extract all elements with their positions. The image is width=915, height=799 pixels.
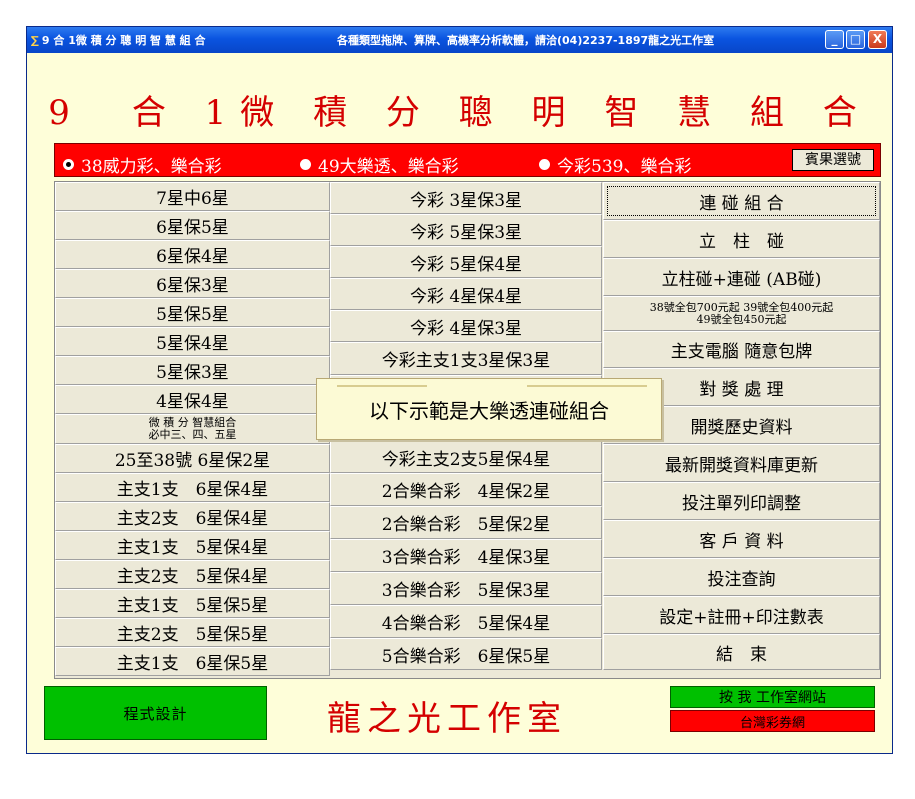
col3-button-8[interactable]: 投注單列印調整 <box>603 482 880 520</box>
col1-button-16[interactable]: 主支1支 6星保5星 <box>55 647 330 676</box>
col3-button-3[interactable]: 38號全包700元起 39號全包400元起 49號全包450元起 <box>603 296 880 331</box>
col1-button-9[interactable]: 25至38號 6星保2星 <box>55 444 330 473</box>
col3-button-11[interactable]: 設定+註冊+印注數表 <box>603 596 880 634</box>
col3-button-10[interactable]: 投注查詢 <box>603 558 880 596</box>
col3-button-1[interactable]: 立 柱 碰 <box>603 220 880 258</box>
col1-button-7[interactable]: 4星保4星 <box>55 385 330 414</box>
col3-button-2[interactable]: 立柱碰+連碰 (AB碰) <box>603 258 880 296</box>
button-line: 必中三、四、五星 <box>148 428 237 441</box>
col2-button-5[interactable]: 今彩主支1支3星保3星 <box>330 342 602 375</box>
radio-539[interactable]: 今彩539、樂合彩 <box>539 152 691 177</box>
title-bar[interactable]: ∑ 9 合 1微 積 分 聰 明 智 慧 組 合 各種類型拖牌、算牌、高機率分析軟… <box>27 27 892 53</box>
radio-label: 49大樂透、樂合彩 <box>318 157 459 177</box>
col1-button-12[interactable]: 主支1支 5星保4星 <box>55 531 330 560</box>
tooltip-divider <box>337 385 427 387</box>
app-sigma-icon: ∑ <box>31 34 39 47</box>
page-title: 9 合 1微 積 分 聰 明 智 慧 組 合 <box>48 93 871 133</box>
game-select-bar: 38威力彩、樂合彩 49大樂透、樂合彩 今彩539、樂合彩 賓果選號 <box>54 143 881 177</box>
radio-dot-icon <box>539 159 550 170</box>
col1-button-1[interactable]: 6星保5星 <box>55 211 330 240</box>
studio-website-link[interactable]: 按 我 工作室網站 <box>670 686 875 708</box>
col1-button-5[interactable]: 5星保4星 <box>55 327 330 356</box>
col1-button-13[interactable]: 主支2支 5星保4星 <box>55 560 330 589</box>
col2-button-4[interactable]: 今彩 4星保3星 <box>330 310 602 342</box>
col3-button-7[interactable]: 最新開獎資料庫更新 <box>603 444 880 482</box>
col3-button-0[interactable]: 連 碰 組 合 <box>603 182 880 220</box>
col3-button-12[interactable]: 結 束 <box>603 634 880 670</box>
program-design-button[interactable]: 程式設計 <box>44 686 267 740</box>
minimize-button[interactable]: _ <box>825 30 844 49</box>
demo-tooltip: 以下示範是大樂透連碰組合 <box>316 378 662 440</box>
radio-dot-icon <box>63 159 74 170</box>
col1-button-10[interactable]: 主支1支 6星保4星 <box>55 473 330 502</box>
window-title-text: 9 合 1微 積 分 聰 明 智 慧 組 合 <box>41 34 206 47</box>
col1-button-4[interactable]: 5星保5星 <box>55 298 330 327</box>
col2-button-3[interactable]: 今彩 4星保4星 <box>330 278 602 310</box>
col2-button-1[interactable]: 今彩 5星保3星 <box>330 214 602 246</box>
close-button[interactable]: X <box>868 30 887 49</box>
tooltip-text: 以下示範是大樂透連碰組合 <box>369 398 609 423</box>
col1-button-0[interactable]: 7星中6星 <box>55 182 330 211</box>
col1-button-6[interactable]: 5星保3星 <box>55 356 330 385</box>
radio-label: 38威力彩、樂合彩 <box>81 157 222 177</box>
col1-button-14[interactable]: 主支1支 5星保5星 <box>55 589 330 618</box>
radio-49-lotto[interactable]: 49大樂透、樂合彩 <box>300 152 459 177</box>
col1-button-3[interactable]: 6星保3星 <box>55 269 330 298</box>
col3-button-4[interactable]: 主支電腦 隨意包牌 <box>603 331 880 368</box>
taiwan-lottery-link[interactable]: 台灣彩券網 <box>670 710 875 732</box>
col2-button-0[interactable]: 今彩 3星保3星 <box>330 182 602 214</box>
radio-38-powerball[interactable]: 38威力彩、樂合彩 <box>63 152 222 177</box>
col1-button-2[interactable]: 6星保4星 <box>55 240 330 269</box>
col2-button-10[interactable]: 2合樂合彩 5星保2星 <box>330 506 602 539</box>
col2-button-11[interactable]: 3合樂合彩 4星保3星 <box>330 539 602 572</box>
radio-label: 今彩539、樂合彩 <box>557 157 692 177</box>
tooltip-divider <box>527 385 647 387</box>
col1-button-8[interactable]: 微 積 分 智慧組合 必中三、四、五星 <box>55 414 330 444</box>
window-title: ∑ 9 合 1微 積 分 聰 明 智 慧 組 合 <box>31 32 206 48</box>
col2-button-9[interactable]: 2合樂合彩 4星保2星 <box>330 473 602 506</box>
button-line: 38號全包700元起 39號全包400元起 <box>649 300 834 314</box>
col2-button-14[interactable]: 5合樂合彩 6星保5星 <box>330 638 602 670</box>
col1-button-15[interactable]: 主支2支 5星保5星 <box>55 618 330 647</box>
col1-button-11[interactable]: 主支2支 6星保4星 <box>55 502 330 531</box>
studio-name: 龍之光工作室 <box>327 699 567 739</box>
main-window: ∑ 9 合 1微 積 分 聰 明 智 慧 組 合 各種類型拖牌、算牌、高機率分析軟… <box>26 26 893 754</box>
button-line: 49號全包450元起 <box>696 312 787 326</box>
col2-button-8[interactable]: 今彩主支2支5星保4星 <box>330 441 602 473</box>
col2-button-13[interactable]: 4合樂合彩 5星保4星 <box>330 605 602 638</box>
col2-button-12[interactable]: 3合樂合彩 5星保3星 <box>330 572 602 605</box>
radio-dot-icon <box>300 159 311 170</box>
caption-note: 各種類型拖牌、算牌、高機率分析軟體，請洽(04)2237-1897龍之光工作室 <box>337 34 715 47</box>
maximize-button[interactable]: □ <box>846 30 865 49</box>
col2-button-2[interactable]: 今彩 5星保4星 <box>330 246 602 278</box>
bingo-pick-button[interactable]: 賓果選號 <box>792 149 874 171</box>
col3-button-9[interactable]: 客 戶 資 料 <box>603 520 880 558</box>
